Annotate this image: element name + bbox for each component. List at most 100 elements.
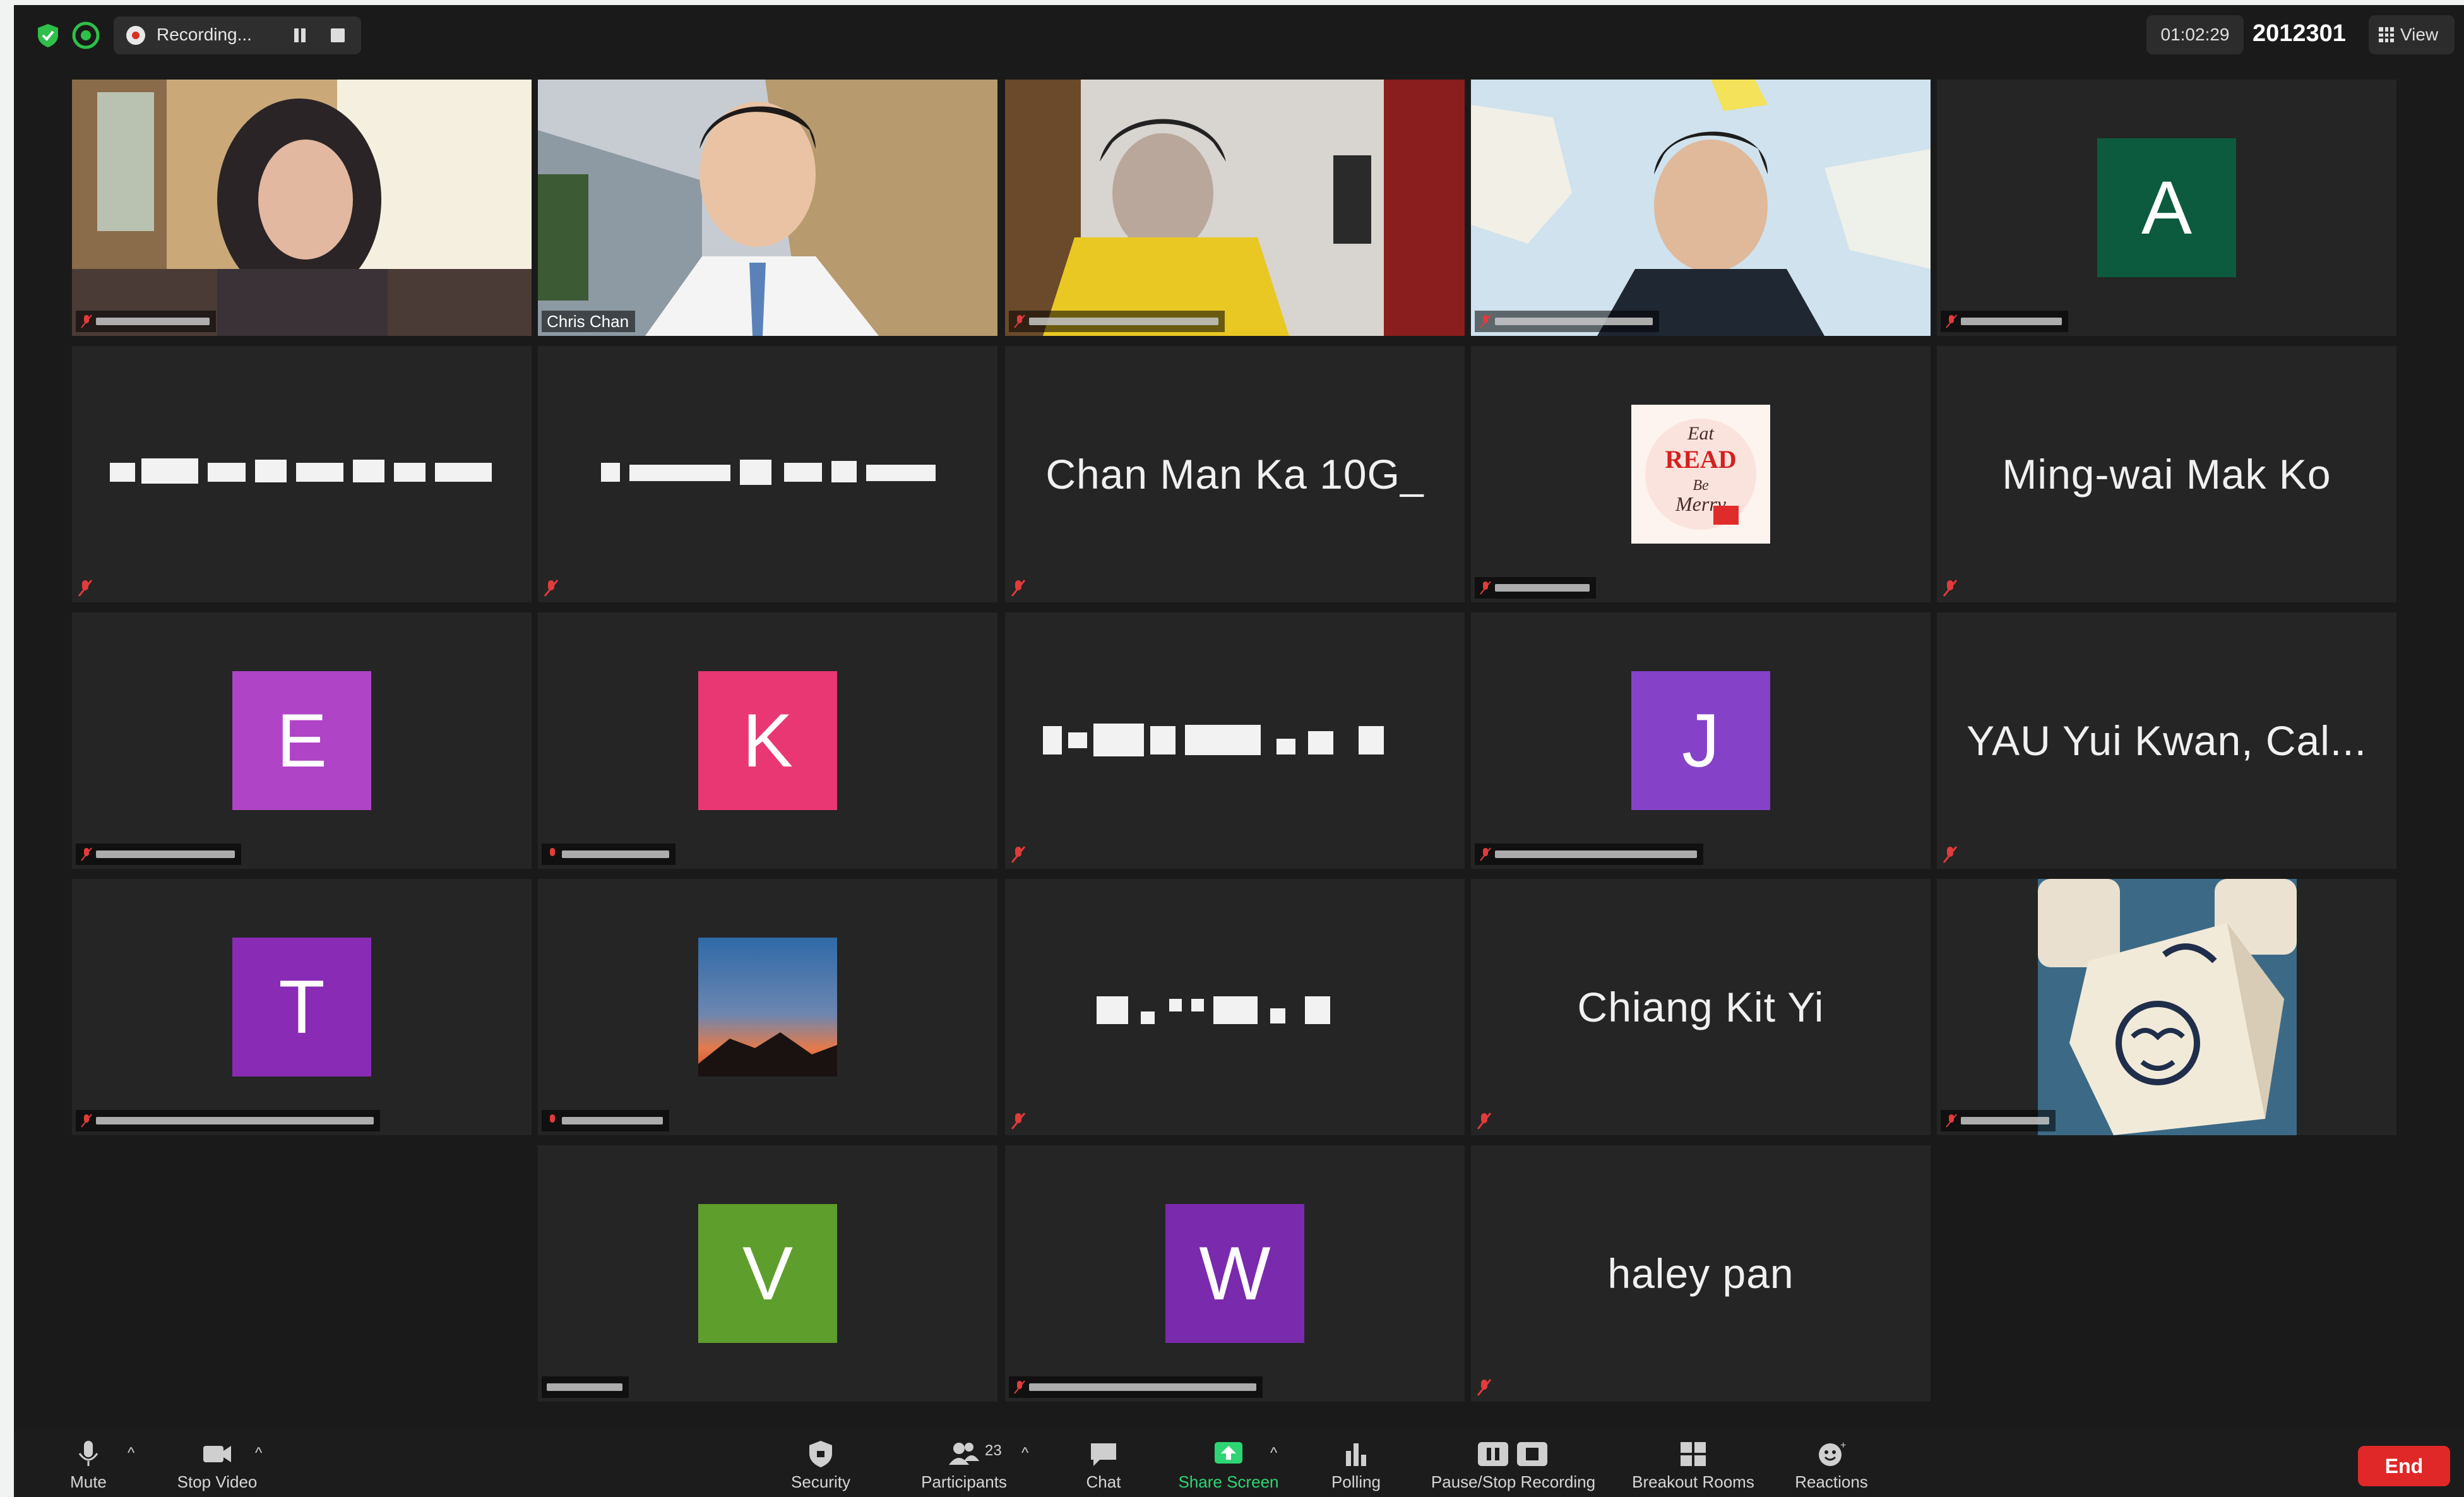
participant-tile[interactable] xyxy=(1937,879,2396,1135)
bar-chart-icon xyxy=(1346,1443,1366,1466)
redacted-name-display xyxy=(538,346,997,602)
breakout-rooms-icon xyxy=(1681,1442,1706,1466)
participant-avatar: V xyxy=(698,1204,837,1343)
mic-muted-icon xyxy=(1011,580,1026,597)
redacted-name-display xyxy=(1005,612,1465,869)
participant-name-label xyxy=(76,311,216,332)
breakout-rooms-button[interactable]: Breakout Rooms xyxy=(1624,1428,1763,1497)
participant-tile[interactable]: haley pan xyxy=(1471,1145,1931,1402)
stop-icon[interactable] xyxy=(331,28,345,42)
participant-tile[interactable]: W xyxy=(1005,1145,1465,1402)
participant-name-display: YAU Yui Kwan, Cal... xyxy=(1967,717,2367,764)
chat-label: Chat xyxy=(1086,1472,1121,1491)
shield-check-icon[interactable] xyxy=(34,21,62,49)
participant-tile[interactable] xyxy=(1471,80,1931,336)
mic-muted-icon xyxy=(1480,847,1491,861)
redacted-name xyxy=(1495,318,1653,325)
audio-options-caret[interactable]: ^ xyxy=(128,1445,134,1462)
participant-avatar: T xyxy=(232,938,371,1077)
chat-button[interactable]: Chat xyxy=(1072,1428,1135,1497)
participant-name-display: Ming-wai Mak Ko xyxy=(2002,451,2331,498)
mic-muted-icon xyxy=(1477,1379,1492,1396)
participant-tile[interactable]: A xyxy=(1937,80,2396,336)
mic-muted-icon xyxy=(81,847,92,861)
microphone-icon xyxy=(78,1441,98,1466)
polling-button[interactable]: Polling xyxy=(1318,1428,1394,1497)
svg-text:Be: Be xyxy=(1693,477,1709,494)
participant-name-label xyxy=(542,844,676,865)
participant-tile-active-speaker[interactable] xyxy=(72,80,532,336)
participant-video xyxy=(538,80,997,336)
participant-name-label xyxy=(1009,1376,1263,1398)
mic-muted-icon xyxy=(1946,1114,1957,1128)
participant-name-label xyxy=(1941,1110,2056,1131)
participant-name-display: Chiang Kit Yi xyxy=(1577,984,1824,1030)
smiley-plus-icon: + xyxy=(1819,1440,1846,1466)
participant-tile[interactable]: J xyxy=(1471,612,1931,869)
participant-tile[interactable]: Chris Chan xyxy=(538,80,997,336)
participant-name-display: Chan Man Ka 10G_ xyxy=(1045,451,1424,498)
participant-tile[interactable]: T xyxy=(72,879,532,1135)
participant-name-label xyxy=(542,1376,629,1398)
participants-button[interactable]: 23 Participants xyxy=(904,1428,1024,1497)
participant-tile[interactable] xyxy=(1005,879,1465,1135)
participant-tile[interactable]: Chan Man Ka 10G_ xyxy=(1005,346,1465,602)
chat-bubble-icon xyxy=(1091,1443,1116,1466)
participants-options-caret[interactable]: ^ xyxy=(1021,1445,1028,1462)
stop-video-label: Stop Video xyxy=(177,1472,258,1491)
view-button[interactable]: View xyxy=(2369,15,2455,54)
participant-avatar: J xyxy=(1631,671,1770,810)
participant-tile[interactable] xyxy=(1005,80,1465,336)
participant-tile[interactable]: Chiang Kit Yi xyxy=(1471,879,1931,1135)
participant-tile[interactable]: Eat READ Be Merry xyxy=(1471,346,1931,602)
mic-muted-icon xyxy=(1014,1380,1025,1394)
recording-indicator[interactable]: Recording... xyxy=(114,16,361,54)
meeting-timer: 01:02:29 xyxy=(2146,15,2244,54)
participant-name-label xyxy=(1475,844,1703,865)
video-camera-icon xyxy=(203,1446,231,1462)
redacted-name xyxy=(96,318,210,325)
eat-read-be-merry-icon: Eat READ Be Merry xyxy=(1631,405,1770,544)
svg-text:Eat: Eat xyxy=(1687,423,1714,444)
mute-label: Mute xyxy=(70,1472,107,1491)
meeting-toolbar: Mute ^ Stop Video ^ Security 23 Particip… xyxy=(14,1428,2464,1497)
pause-icon[interactable] xyxy=(292,27,308,44)
participant-tile[interactable]: Ming-wai Mak Ko xyxy=(1937,346,2396,602)
meeting-id: 2012301 xyxy=(2253,20,2346,47)
mic-muted-icon xyxy=(1480,581,1491,595)
participant-tile[interactable] xyxy=(1005,612,1465,869)
participant-tile[interactable]: YAU Yui Kwan, Cal... xyxy=(1937,612,2396,869)
share-screen-options-caret[interactable]: ^ xyxy=(1270,1445,1277,1462)
redacted-name-display xyxy=(72,346,532,602)
participant-avatar: A xyxy=(2097,138,2236,277)
participant-name-label: Chris Chan xyxy=(542,311,636,332)
participant-tile[interactable] xyxy=(538,879,997,1135)
share-screen-icon xyxy=(1215,1442,1242,1464)
pause-stop-recording-label: Pause/Stop Recording xyxy=(1431,1472,1596,1491)
share-screen-button[interactable]: Share Screen xyxy=(1172,1428,1285,1497)
redacted-name xyxy=(96,850,235,858)
mic-muted-icon xyxy=(81,1114,92,1128)
mic-muted-icon xyxy=(78,580,93,597)
mute-button[interactable]: Mute xyxy=(51,1428,126,1497)
stop-video-button[interactable]: Stop Video xyxy=(167,1428,268,1497)
mic-muted-icon xyxy=(1943,580,1958,597)
redacted-name xyxy=(1495,850,1697,858)
security-button[interactable]: Security xyxy=(777,1428,865,1497)
reactions-button[interactable]: + Reactions xyxy=(1784,1428,1879,1497)
participant-tile[interactable]: E xyxy=(72,612,532,869)
participant-tile[interactable] xyxy=(72,346,532,602)
video-options-caret[interactable]: ^ xyxy=(255,1445,262,1462)
participants-count: 23 xyxy=(985,1442,1002,1459)
participant-tile[interactable]: K xyxy=(538,612,997,869)
redacted-name xyxy=(562,850,669,858)
redacted-name xyxy=(547,1383,622,1391)
mic-muted-icon xyxy=(1011,846,1026,863)
participant-tile[interactable]: V xyxy=(538,1145,997,1402)
end-meeting-button[interactable]: End xyxy=(2358,1446,2450,1486)
meeting-info-icon[interactable] xyxy=(72,21,100,49)
pause-stop-recording-button[interactable]: Pause/Stop Recording xyxy=(1422,1428,1605,1497)
participant-name-label xyxy=(76,1110,380,1131)
mic-muted-icon xyxy=(1946,314,1957,328)
participant-tile[interactable] xyxy=(538,346,997,602)
